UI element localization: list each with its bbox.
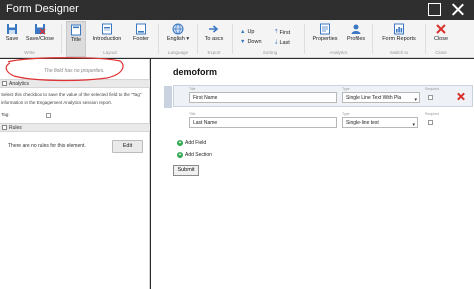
required-label: Required [425,87,440,91]
arrow-first-icon: ⤒ [275,29,278,35]
first-button[interactable]: ⤒ First [275,29,290,36]
selected-row-indicator [164,86,172,108]
down-button[interactable]: ▼ Down [240,39,262,45]
group-label-write: Write [24,50,35,55]
first-label: First [279,29,291,36]
down-label: Down [247,39,262,45]
submit-button[interactable]: Submit [173,165,199,176]
field-type-select[interactable]: Single Line Text With Pla ▾ [342,92,420,103]
field-type-value: Single Line Text With Pla [346,95,402,101]
close-label: Close [433,36,449,42]
required-label: Required [425,112,440,116]
title-icon [71,24,81,36]
save-close-icon [35,24,46,35]
add-field-label: Add Field [185,140,207,146]
floppy-disk-icon [7,24,17,34]
up-button[interactable]: ▲ Up [240,29,254,35]
export-arrow-icon [209,25,219,33]
field-title-input[interactable]: First Name [189,92,337,103]
add-icon: + [177,152,183,158]
up-label: Up [247,29,255,35]
properties-label: Properties [312,36,338,42]
introduction-icon [102,23,112,35]
last-label: Last [279,39,290,46]
rules-text: There are no rules for this element. [8,143,86,149]
type-column-label: Type [342,87,350,91]
title-column-label: Title [189,87,196,91]
group-label-export: Export [207,50,221,55]
edit-rules-button[interactable]: Edit [112,140,143,153]
arrow-up-icon: ▲ [240,29,246,35]
delete-field-icon[interactable] [457,93,464,100]
ribbon-separator [425,24,426,54]
group-label-switch-to: Switch to [389,50,409,55]
rules-section-header[interactable]: Rules [0,123,150,132]
title-column-label: Title [189,112,196,116]
ribbon-separator [232,24,233,54]
language-label: English [166,36,185,42]
field-row[interactable]: Title Last Name Type Single-line text ▾ … [173,111,473,133]
save-label: Save [5,36,19,42]
group-label-analytics: Analytics [329,50,348,55]
globe-icon [172,23,184,35]
ribbon-separator [61,24,62,54]
field-title-input[interactable]: Last Name [189,117,337,128]
ribbon-separator [304,24,305,54]
profiles-label: Profiles [346,36,366,42]
maximize-icon[interactable] [428,3,441,16]
red-annotation-ellipse [5,57,124,82]
group-label-layout: Layout [103,50,117,55]
collapse-icon [2,125,7,130]
chevron-down-icon: ▾ [414,97,417,103]
required-checkbox[interactable] [428,95,433,100]
reports-icon [394,23,404,35]
form-name-heading: demoform [173,67,218,77]
arrow-last-icon: ⤓ [275,39,278,45]
rules-header-label: Rules [9,124,22,131]
close-window-icon[interactable] [451,3,464,16]
ribbon-separator [197,24,198,54]
title-label: Title [70,37,82,43]
field-row[interactable]: Title First Name Type Single Line Text W… [164,85,473,108]
ribbon-separator [372,24,373,54]
chevron-down-icon: ▾ [412,122,415,128]
arrow-down-icon: ▼ [240,39,246,45]
form-canvas: demoform Title First Name Type Single Li… [151,59,474,289]
group-label-language: Language [167,50,189,55]
add-icon: + [177,140,183,146]
add-field-link[interactable]: + Add Field [177,140,206,146]
group-label-close: Close [435,50,447,55]
add-section-label: Add Section [185,152,212,158]
tag-checkbox[interactable] [46,113,51,118]
chevron-down-icon: ▾ [184,36,190,42]
group-label-sorting: Sorting [262,50,278,55]
title-bar: Form Designer [0,0,474,20]
form-reports-label: Form Reports [382,36,416,42]
close-icon [436,24,446,34]
introduction-label: Introduction [92,36,122,42]
properties-icon [320,23,330,35]
save-close-label: Save/Close [25,36,55,42]
tag-label: Tag: [1,112,10,117]
add-section-link[interactable]: + Add Section [177,152,212,158]
analytics-description: Select this checkbox to save the value o… [1,92,142,105]
ribbon-toolbar: Save Save/Close Write Title Introduction… [0,20,474,58]
to-ascx-label: To ascx [204,36,224,42]
field-type-value: Single-line text [346,120,379,126]
window-title: Form Designer [6,3,79,15]
required-checkbox[interactable] [428,120,433,125]
footer-icon [136,23,146,35]
type-column-label: Type [342,112,350,116]
last-button[interactable]: ⤓ Last [275,39,290,46]
profiles-icon [351,24,361,34]
ribbon-separator [158,24,159,54]
properties-panel: The field has no properties. Analytics S… [0,59,150,289]
field-type-select[interactable]: Single-line text ▾ [342,117,418,128]
footer-label: Footer [133,36,149,42]
